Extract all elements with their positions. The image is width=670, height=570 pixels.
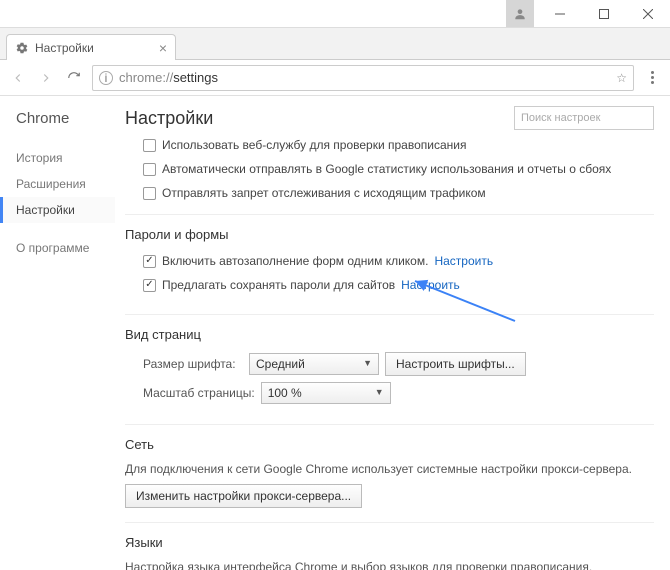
tab-title: Настройки (35, 41, 94, 55)
heading-languages: Языки (125, 535, 654, 550)
link-save-passwords-configure[interactable]: Настроить (401, 276, 460, 294)
reload-button[interactable] (64, 68, 84, 88)
heading-appearance: Вид страниц (125, 327, 654, 342)
section-network: Сеть Для подключения к сети Google Chrom… (125, 437, 654, 523)
dropdown-page-zoom[interactable]: 100 %▼ (261, 382, 391, 404)
browser-toolbar: i chrome://settings ☆ (0, 60, 670, 96)
label-usage-stats: Автоматически отправлять в Google статис… (162, 160, 611, 178)
checkbox-usage-stats[interactable] (143, 163, 156, 176)
dropdown-font-size[interactable]: Средний▼ (249, 353, 379, 375)
user-avatar-button[interactable] (506, 0, 534, 27)
label-save-passwords: Предлагать сохранять пароли для сайтов (162, 276, 395, 294)
sidebar-item-extensions[interactable]: Расширения (16, 171, 115, 197)
forward-button[interactable] (36, 68, 56, 88)
checkbox-autofill[interactable] (143, 255, 156, 268)
settings-main: Настройки Поиск настроек Использовать ве… (115, 96, 670, 570)
site-info-icon[interactable]: i (99, 71, 113, 85)
button-customize-fonts[interactable]: Настроить шрифты... (385, 352, 526, 376)
window-titlebar (0, 0, 670, 28)
chevron-down-icon: ▼ (375, 386, 384, 400)
browser-menu-button[interactable] (642, 71, 662, 84)
tab-close-icon[interactable]: × (159, 41, 167, 55)
url-text: chrome://settings (119, 70, 610, 85)
link-autofill-configure[interactable]: Настроить (434, 252, 493, 270)
label-page-zoom: Масштаб страницы: (143, 384, 255, 402)
sidebar-item-history[interactable]: История (16, 145, 115, 171)
section-languages: Языки Настройка языка интерфейса Chrome … (125, 535, 654, 570)
sidebar-item-settings[interactable]: Настройки (0, 197, 115, 223)
languages-description: Настройка языка интерфейса Chrome и выбо… (125, 560, 654, 570)
gear-icon (15, 41, 29, 55)
tab-strip: Настройки × (0, 28, 670, 60)
checkbox-save-passwords[interactable] (143, 279, 156, 292)
label-font-size: Размер шрифта: (143, 355, 243, 373)
window-close-button[interactable] (626, 0, 670, 27)
section-passwords: Пароли и формы Включить автозаполнение ф… (125, 214, 654, 315)
settings-sidebar: Chrome История Расширения Настройки О пр… (0, 96, 115, 570)
sidebar-item-about[interactable]: О программе (16, 235, 115, 261)
chrome-brand: Chrome (16, 110, 115, 127)
heading-passwords: Пароли и формы (125, 227, 654, 242)
page-title: Настройки (125, 108, 213, 129)
chevron-down-icon: ▼ (363, 357, 372, 371)
address-bar[interactable]: i chrome://settings ☆ (92, 65, 634, 91)
window-minimize-button[interactable] (538, 0, 582, 27)
section-appearance: Вид страниц Размер шрифта: Средний▼ Наст… (125, 327, 654, 425)
button-proxy-settings[interactable]: Изменить настройки прокси-сервера... (125, 484, 362, 508)
checkbox-dnt[interactable] (143, 187, 156, 200)
heading-network: Сеть (125, 437, 654, 452)
label-spellcheck: Использовать веб-службу для проверки пра… (162, 136, 466, 154)
settings-search-input[interactable]: Поиск настроек (514, 106, 654, 130)
window-maximize-button[interactable] (582, 0, 626, 27)
checkbox-spellcheck[interactable] (143, 139, 156, 152)
label-autofill: Включить автозаполнение форм одним клико… (162, 252, 428, 270)
network-description: Для подключения к сети Google Chrome исп… (125, 462, 654, 476)
back-button[interactable] (8, 68, 28, 88)
bookmark-star-icon[interactable]: ☆ (616, 71, 627, 85)
label-dnt: Отправлять запрет отслеживания с исходящ… (162, 184, 486, 202)
tab-settings[interactable]: Настройки × (6, 34, 176, 60)
